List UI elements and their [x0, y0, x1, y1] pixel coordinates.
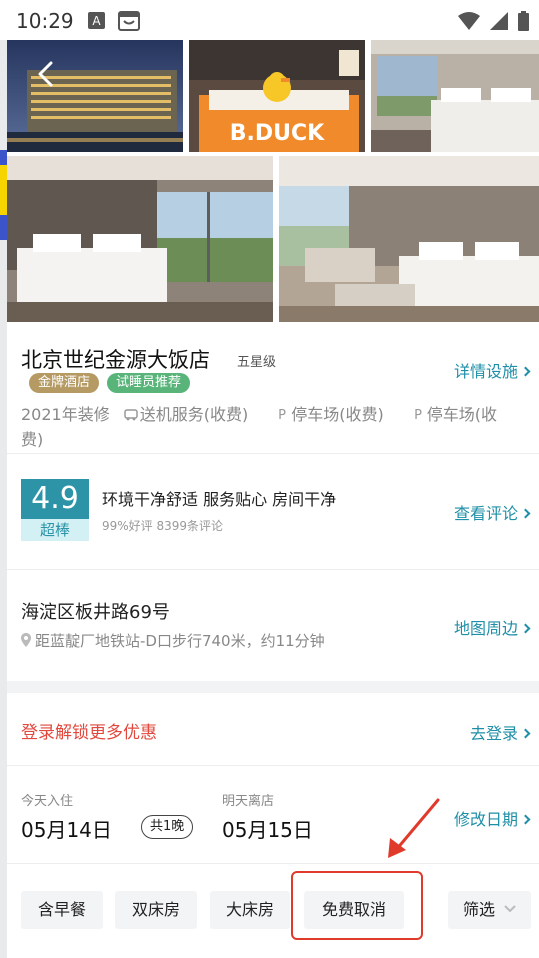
photo-gallery[interactable]: B.DUCK — [7, 40, 539, 322]
facility-airport-shuttle: 送机服务(收费) — [123, 405, 263, 424]
wifi-icon — [458, 12, 480, 30]
facility-renovation: 2021年装修 — [21, 405, 110, 424]
bed-window-photo[interactable] — [7, 156, 273, 322]
checkin-date[interactable]: 05月14日 — [21, 814, 112, 843]
facilities-list: 2021年装修 送机服务(收费) P 停车场(收费) P 停车场(收费) — [21, 402, 521, 452]
details-facilities-link[interactable]: 详情设施 — [453, 358, 531, 382]
review-score-word: 超棒 — [21, 519, 89, 541]
room-filter-bar: 含早餐 双床房 大床房 免费取消 筛选 — [21, 891, 531, 931]
parking-icon: P — [414, 408, 422, 423]
facility-airport-shuttle-label: 送机服务(收费) — [139, 405, 249, 424]
parking-icon: P — [278, 408, 286, 423]
review-summary: 环境干净舒适 服务贴心 房间干净 — [102, 490, 337, 509]
checkout-date[interactable]: 05月15日 — [222, 814, 313, 843]
status-time: 10:29 — [16, 9, 74, 33]
login-link-label: 去登录 — [469, 724, 518, 743]
hotel-info-card: 北京世纪金源大饭店 五星级 详情设施 金牌酒店 试睡员推荐 2021年装修 送机服… — [7, 322, 539, 958]
review-stats: 99%好评 8399条评论 — [102, 519, 224, 533]
background-page — [0, 40, 7, 958]
filter-breakfast-chip[interactable]: 含早餐 — [21, 891, 103, 929]
twin-room-photo[interactable] — [371, 40, 539, 152]
chevron-down-icon — [504, 905, 516, 913]
annotation-highlight-box — [291, 871, 423, 940]
svg-text:P: P — [278, 408, 286, 421]
shuttle-icon — [123, 409, 138, 421]
checkin-label: 今天入住 — [21, 794, 74, 809]
tester-recommend-tag: 试睡员推荐 — [107, 373, 191, 393]
divider — [7, 569, 539, 570]
map-nearby-label: 地图周边 — [453, 619, 518, 638]
chevron-left-icon — [38, 61, 53, 87]
background-banner-accent — [0, 165, 7, 215]
map-nearby-link[interactable]: 地图周边 — [453, 615, 531, 639]
divider — [7, 453, 539, 454]
hotel-star-rating: 五星级 — [237, 355, 277, 370]
chevron-right-icon — [520, 728, 531, 739]
filter-twin-room-chip[interactable]: 双床房 — [115, 891, 197, 929]
bduck-room-photo[interactable]: B.DUCK — [189, 40, 365, 152]
hotel-address: 海淀区板井路69号 — [21, 602, 170, 623]
back-button[interactable] — [28, 56, 64, 92]
store-icon — [118, 11, 140, 31]
chevron-right-icon — [520, 814, 531, 825]
hotel-tags: 金牌酒店 试睡员推荐 — [29, 373, 191, 393]
review-score: 4.9 — [21, 479, 89, 519]
facility-parking-1-label: 停车场(收费) — [291, 405, 384, 424]
chevron-right-icon — [520, 508, 531, 519]
svg-text:P: P — [414, 408, 422, 421]
signal-icon — [490, 12, 508, 30]
bduck-logo-text: B.DUCK — [230, 121, 325, 146]
a-notification-icon: A — [88, 12, 105, 29]
filter-more-dropdown[interactable]: 筛选 — [448, 891, 531, 929]
login-promo-text: 登录解锁更多优惠 — [21, 723, 157, 743]
metro-distance-text: 距蓝靛厂地铁站-D口步行740米，约11分钟 — [35, 632, 325, 650]
filter-more-label: 筛选 — [462, 900, 495, 919]
chevron-right-icon — [520, 623, 531, 634]
chevron-right-icon — [520, 366, 531, 377]
location-pin-icon — [21, 633, 31, 647]
review-score-badge[interactable]: 4.9 超棒 — [21, 479, 89, 541]
checkout-label: 明天离店 — [222, 794, 275, 809]
metro-distance: 距蓝靛厂地铁站-D口步行740米，约11分钟 — [21, 630, 325, 651]
gold-hotel-tag: 金牌酒店 — [29, 373, 100, 393]
nights-badge: 共1晚 — [141, 815, 194, 839]
section-separator — [7, 681, 539, 693]
view-reviews-link[interactable]: 查看评论 — [453, 500, 531, 524]
annotation-arrow-icon — [388, 798, 440, 858]
facility-parking-1: P 停车场(收费) — [276, 405, 398, 424]
hotel-name: 北京世纪金源大饭店 — [21, 348, 210, 372]
modify-dates-label: 修改日期 — [453, 810, 518, 829]
svg-text:A: A — [92, 14, 101, 28]
bed-sofa-photo[interactable] — [279, 156, 539, 322]
battery-icon — [518, 11, 529, 31]
details-facilities-label: 详情设施 — [453, 362, 518, 381]
divider — [7, 863, 539, 864]
login-link[interactable]: 去登录 — [469, 720, 531, 744]
status-bar: 10:29 A — [0, 0, 539, 40]
filter-king-room-chip[interactable]: 大床房 — [210, 891, 290, 929]
view-reviews-label: 查看评论 — [453, 504, 518, 523]
divider — [7, 765, 539, 766]
modify-dates-link[interactable]: 修改日期 — [453, 806, 531, 830]
